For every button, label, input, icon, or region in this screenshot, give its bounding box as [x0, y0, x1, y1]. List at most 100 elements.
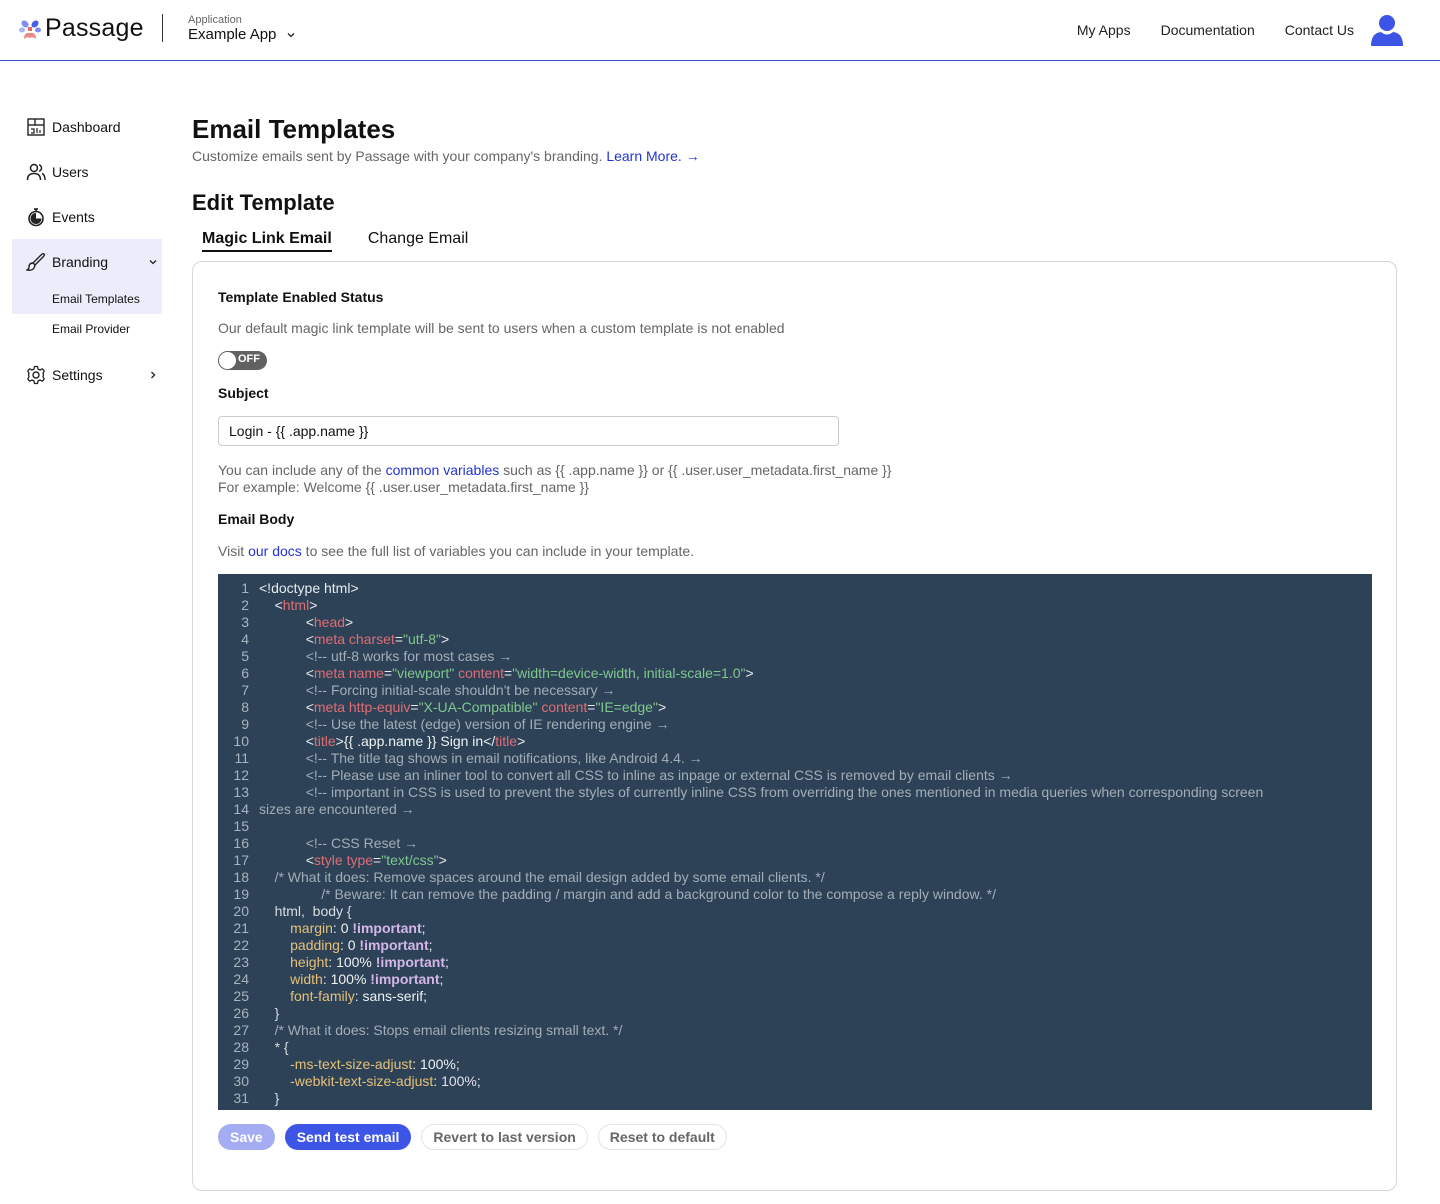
revert-button[interactable]: Revert to last version — [421, 1124, 587, 1150]
code-line: 31 } — [218, 1090, 1372, 1107]
code-line: 5 <!-- utf-8 works for most cases → — [218, 648, 1372, 665]
sidebar-spacer — [12, 344, 162, 352]
sidebar-item-label: Users — [52, 164, 89, 180]
code-line: 1<!doctype html> — [218, 580, 1372, 597]
save-button[interactable]: Save — [218, 1124, 275, 1150]
code-text — [249, 818, 259, 835]
chevron-down-icon[interactable] — [148, 257, 158, 267]
sidebar-group-branding: Branding Email Templates — [12, 239, 162, 314]
passage-logo[interactable]: Passage — [18, 14, 144, 43]
learn-more-link[interactable]: Learn More. → — [606, 148, 699, 164]
user-avatar-icon[interactable] — [1370, 13, 1404, 47]
code-line: 30 -webkit-text-size-adjust: 100%; — [218, 1073, 1372, 1090]
line-number: 26 — [218, 1005, 249, 1022]
code-editor[interactable]: 1<!doctype html>2 <html>3 <head>4 <meta … — [218, 574, 1372, 1110]
code-text: * { — [249, 1039, 289, 1056]
code-line: 4 <meta charset="utf-8"> — [218, 631, 1372, 648]
code-text: <!doctype html> — [249, 580, 359, 597]
code-text: <!-- Forcing initial-scale shouldn't be … — [249, 682, 615, 699]
sidebar-item-label: Dashboard — [52, 119, 121, 135]
line-number: 17 — [218, 852, 249, 869]
line-number: 23 — [218, 954, 249, 971]
code-text: } — [249, 1005, 279, 1022]
variables-help-prefix: You can include any of the — [218, 462, 386, 478]
code-text: height: 100% !important; — [249, 954, 449, 971]
page-title: Email Templates — [192, 114, 395, 145]
code-text: padding: 0 !important; — [249, 937, 433, 954]
code-line: 22 padding: 0 !important; — [218, 937, 1372, 954]
code-line: 16 <!-- CSS Reset → — [218, 835, 1372, 852]
line-number: 22 — [218, 937, 249, 954]
code-text: margin: 0 !important; — [249, 920, 426, 937]
sidebar: Dashboard Users Events Branding Email Te… — [12, 104, 162, 397]
code-text: <!-- important in CSS is used to prevent… — [249, 784, 1263, 801]
send-test-email-button[interactable]: Send test email — [285, 1124, 412, 1150]
sidebar-item-dashboard[interactable]: Dashboard — [12, 104, 162, 149]
code-line: 11 <!-- The title tag shows in email not… — [218, 750, 1372, 767]
reset-default-button[interactable]: Reset to default — [598, 1124, 727, 1150]
line-number: 13 — [218, 784, 249, 801]
code-line: 6 <meta name="viewport" content="width=d… — [218, 665, 1372, 682]
page-subtitle: Customize emails sent by Passage with yo… — [192, 148, 700, 164]
top-nav: My Apps Documentation Contact Us — [1047, 0, 1440, 60]
template-enabled-toggle[interactable]: OFF — [218, 351, 267, 370]
nav-contact-us[interactable]: Contact Us — [1285, 22, 1354, 38]
chevron-right-icon[interactable] — [148, 370, 158, 380]
tab-magic-link-email[interactable]: Magic Link Email — [202, 230, 332, 252]
docs-help-suffix: to see the full list of variables you ca… — [302, 543, 694, 559]
sidebar-item-events[interactable]: Events — [12, 194, 162, 239]
docs-help: Visit our docs to see the full list of v… — [218, 543, 694, 560]
line-number: 8 — [218, 699, 249, 716]
code-line: 9 <!-- Use the latest (edge) version of … — [218, 716, 1372, 733]
common-variables-link[interactable]: common variables — [386, 462, 500, 478]
brush-icon — [26, 252, 46, 272]
variables-help: You can include any of the common variab… — [218, 462, 892, 496]
variables-example: For example: Welcome {{ .user.user_metad… — [218, 479, 589, 495]
toggle-state: OFF — [238, 353, 260, 365]
app-switcher[interactable]: Application Example App — [188, 14, 296, 44]
sidebar-subitem-email-templates[interactable]: Email Templates — [12, 284, 162, 314]
line-number: 7 — [218, 682, 249, 699]
line-number: 27 — [218, 1022, 249, 1039]
line-number: 24 — [218, 971, 249, 988]
sidebar-item-label: Events — [52, 209, 95, 225]
our-docs-link[interactable]: our docs — [248, 543, 302, 559]
code-text: <!-- The title tag shows in email notifi… — [249, 750, 703, 767]
line-number: 29 — [218, 1056, 249, 1073]
line-number: 28 — [218, 1039, 249, 1056]
line-number: 1 — [218, 580, 249, 597]
section-title: Edit Template — [192, 190, 335, 216]
code-text: <style type="text/css"> — [249, 852, 447, 869]
top-bar: Passage Application Example App My Apps … — [0, 0, 1440, 61]
code-line: 21 margin: 0 !important; — [218, 920, 1372, 937]
nav-documentation[interactable]: Documentation — [1161, 22, 1255, 38]
code-line: 17 <style type="text/css"> — [218, 852, 1372, 869]
code-text: width: 100% !important; — [249, 971, 443, 988]
code-text: <meta name="viewport" content="width=dev… — [249, 665, 754, 682]
line-number: 20 — [218, 903, 249, 920]
code-line: 25 font-family: sans-serif; — [218, 988, 1372, 1005]
line-number: 18 — [218, 869, 249, 886]
arrow-right-icon: → — [686, 148, 700, 164]
header-divider — [162, 14, 163, 42]
tab-change-email[interactable]: Change Email — [368, 230, 469, 252]
sidebar-subitem-email-provider[interactable]: Email Provider — [12, 314, 162, 344]
line-number: 19 — [218, 886, 249, 903]
code-text: sizes are encountered → — [249, 801, 415, 818]
toggle-knob — [219, 352, 236, 369]
stopwatch-icon — [26, 207, 46, 227]
variables-help-suffix: such as {{ .app.name }} or {{ .user.user… — [499, 462, 891, 478]
subject-input[interactable] — [218, 416, 839, 446]
code-text: html, body { — [249, 903, 352, 920]
sidebar-item-branding[interactable]: Branding — [12, 239, 162, 284]
code-text: <!-- Please use an inliner tool to conve… — [249, 767, 1013, 784]
line-number: 21 — [218, 920, 249, 937]
passage-logo-icon — [18, 17, 42, 41]
gear-icon — [26, 365, 46, 385]
nav-my-apps[interactable]: My Apps — [1077, 22, 1131, 38]
line-number: 10 — [218, 733, 249, 750]
action-buttons: Save Send test email Revert to last vers… — [218, 1124, 737, 1150]
sidebar-item-users[interactable]: Users — [12, 149, 162, 194]
docs-help-prefix: Visit — [218, 543, 248, 559]
sidebar-item-settings[interactable]: Settings — [12, 352, 162, 397]
